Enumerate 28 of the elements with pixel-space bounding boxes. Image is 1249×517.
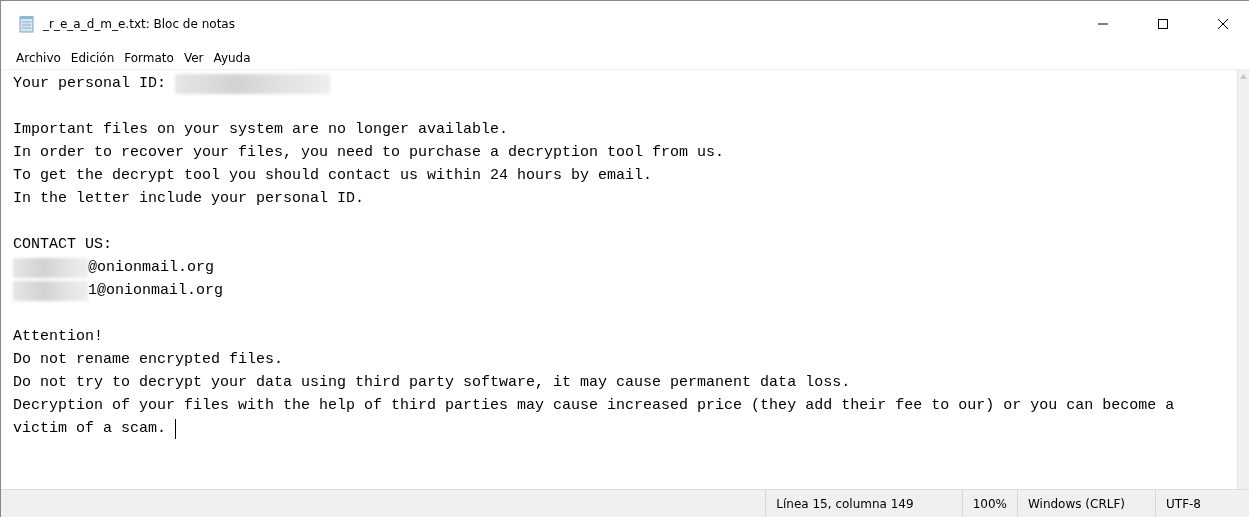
status-text: 100% (961, 490, 1017, 517)
text-line: Decryption of your files with the help of third parties may cause increased price (they add their fee to our) or you can become a (13, 397, 1175, 414)
text-line: In order to recover your files, you need to purchase a decryption tool from us. (13, 144, 725, 161)
text-line: 1@onionmail.org (88, 282, 224, 299)
notepad-icon (19, 15, 35, 33)
text-line: Do not try to decrypt your data using third party software, it may cause permanent data loss. (13, 374, 851, 391)
text-line: Your personal ID: (13, 75, 168, 92)
menu-item[interactable]: Ayuda (208, 51, 256, 65)
text-line: In the letter include your personal ID. (13, 190, 365, 207)
text-line: Do not rename encrypted files. (13, 351, 284, 368)
text-line: To get the decrypt tool you should contact us within 24 hours by email. (13, 167, 653, 184)
window-title: _r_e_a_d_m_e.txt: Bloc de notas (43, 17, 236, 31)
menu-item[interactable]: Edición (65, 51, 120, 65)
text-line: CONTACT US: (13, 236, 113, 253)
text-line: Important files on your system are no longer available. (13, 121, 509, 138)
status-text: UTF-8 (1155, 490, 1249, 517)
menu-item[interactable]: Ver (178, 51, 209, 65)
scrollbar[interactable] (1237, 70, 1249, 489)
scroll-up-arrow-icon (1240, 74, 1247, 79)
status-text: Línea 15, columna 149 (765, 490, 962, 517)
text-line: @onionmail.org (88, 259, 215, 276)
menu-item[interactable]: Archivo (11, 51, 66, 65)
menu-item[interactable]: Formato (119, 51, 179, 65)
close-icon (1217, 18, 1229, 30)
status-text: Windows (CRLF) (1016, 490, 1155, 517)
text-line: Attention! (13, 328, 103, 345)
text-line: victim of a scam. (13, 420, 168, 437)
maximize-icon (1157, 18, 1169, 30)
